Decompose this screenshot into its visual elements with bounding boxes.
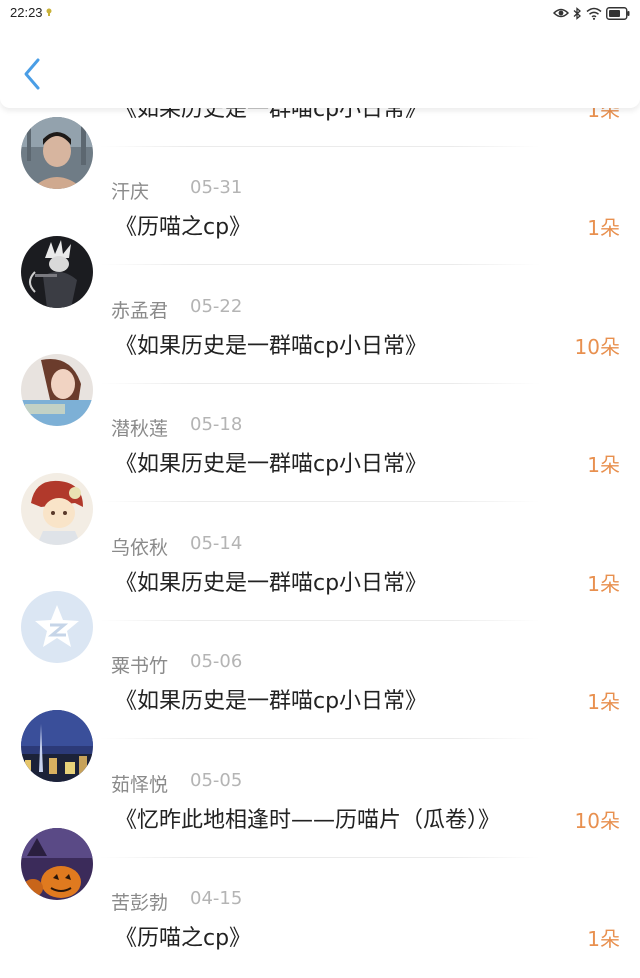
battery-icon — [606, 6, 630, 20]
list-item[interactable]: 赤孟君 05-22 《如果历史是一群喵cp小日常》 10朵 — [0, 171, 640, 384]
eye-icon — [553, 8, 569, 18]
sender-name: 苦彭勃 — [111, 892, 169, 914]
status-icons — [553, 5, 630, 21]
page: 22:23 《如果历史是一群喵cp小日常》 1朵 汗庆 05-31 《历喵之cp… — [0, 0, 640, 978]
gift-amount: 1朵 — [587, 927, 620, 951]
chevron-left-icon — [24, 58, 40, 90]
list-item[interactable]: 潜秋莲 05-18 《如果历史是一群喵cp小日常》 1朵 — [0, 289, 640, 502]
top-navigation-bar — [0, 26, 640, 108]
list-item[interactable]: 粟书竹 05-06 《如果历史是一群喵cp小日常》 1朵 — [0, 526, 640, 739]
avatar — [21, 828, 93, 900]
send-date: 04-15 — [190, 888, 243, 909]
status-bar: 22:23 — [0, 0, 640, 26]
bluetooth-icon — [573, 6, 581, 20]
work-title: 《历喵之cp》 — [115, 926, 252, 951]
wifi-icon — [586, 7, 602, 20]
list-item[interactable]: 乌依秋 05-14 《如果历史是一群喵cp小日常》 1朵 — [0, 408, 640, 621]
list-item[interactable]: 苦彭勃 04-15 《历喵之cp》 1朵 — [0, 763, 640, 951]
back-button[interactable] — [18, 56, 48, 92]
status-time: 22:23 — [10, 5, 43, 20]
gift-record-list: 《如果历史是一群喵cp小日常》 1朵 汗庆 05-31 《历喵之cp》 1朵 赤… — [0, 0, 640, 951]
list-item[interactable]: 茹怿悦 05-05 《忆昨此地相逢时——历喵片（瓜卷）》 10朵 — [0, 645, 640, 858]
notification-dot-icon — [46, 8, 52, 16]
